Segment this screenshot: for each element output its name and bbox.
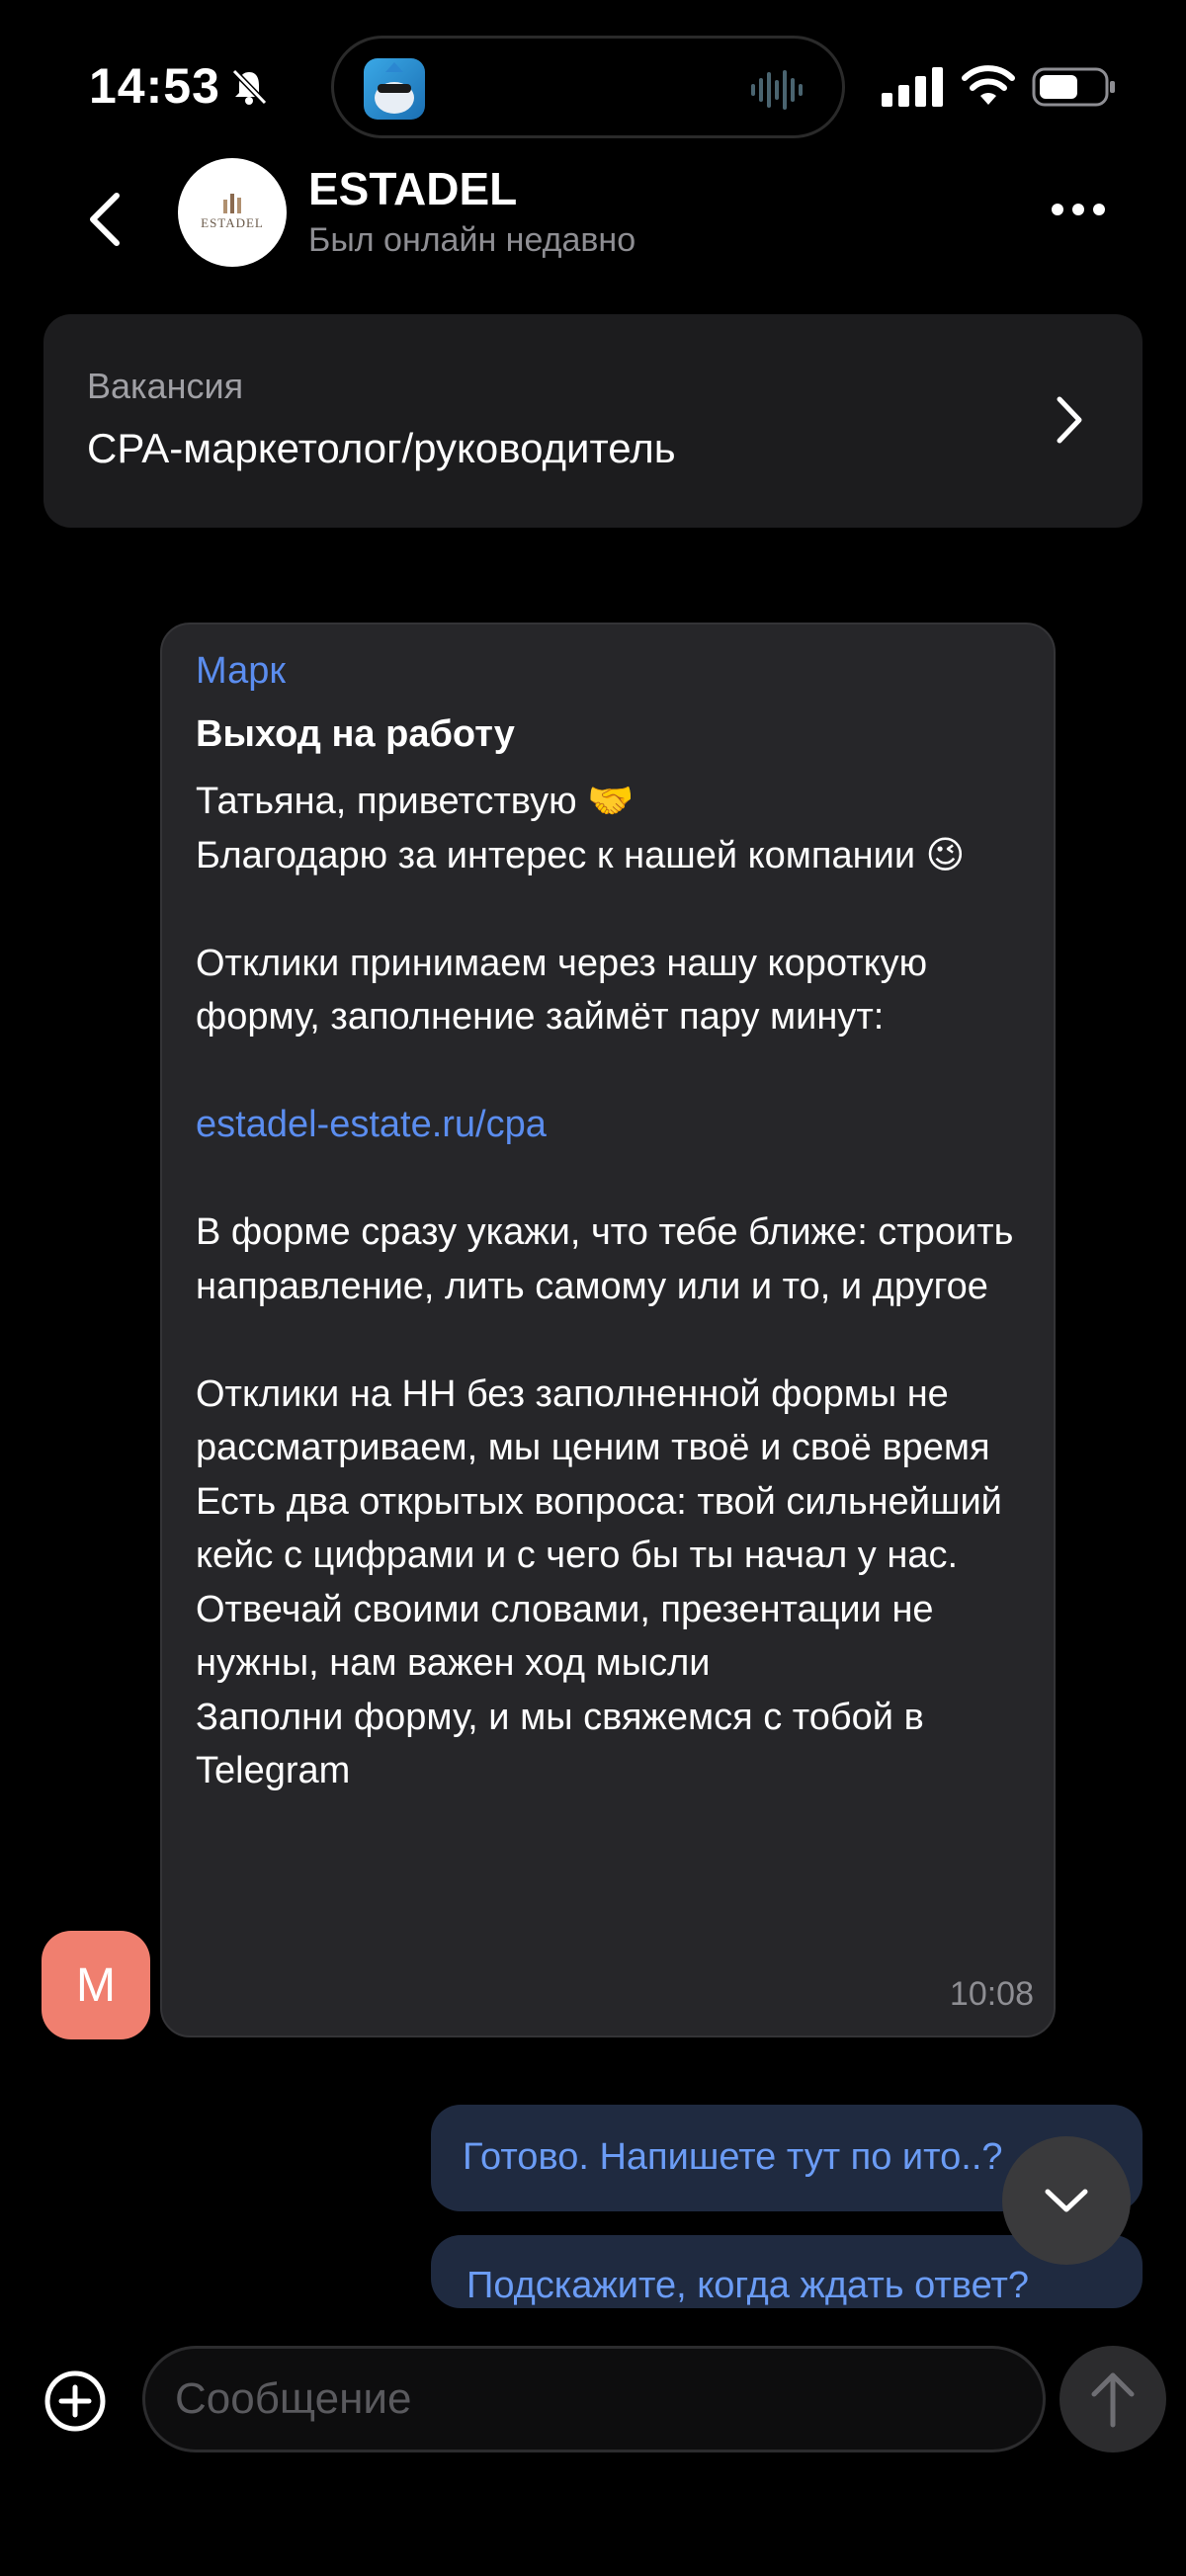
message-line: Татьяна, приветствую 🤝	[196, 781, 635, 822]
message-paragraph: Отклики на HH без заполненной формы не р…	[196, 1372, 1002, 1792]
message-title: Выход на работу	[196, 713, 515, 755]
attach-plus-icon[interactable]	[43, 2369, 107, 2433]
message-input[interactable]	[142, 2346, 1046, 2452]
audio-wave-icon	[751, 70, 803, 110]
chevron-right-icon	[1057, 396, 1082, 444]
message-line: Благодарю за интерес к нашей компании 😉	[196, 834, 966, 876]
chat-status: Был онлайн недавно	[308, 221, 636, 259]
status-bar: 14:53	[0, 0, 1186, 158]
message-link[interactable]: estadel-estate.ru/cpa	[196, 1098, 1036, 1152]
app-icon	[364, 58, 425, 120]
battery-icon	[1032, 67, 1115, 107]
dynamic-island[interactable]	[331, 36, 845, 138]
vacancy-card[interactable]: Вакансия CPA-маркетолог/руководитель	[43, 314, 1143, 528]
bell-off-icon	[231, 68, 268, 106]
message-time: 10:08	[949, 1975, 1034, 2013]
logo-text: ESTADEL	[201, 215, 264, 230]
chevron-down-icon	[1045, 2189, 1088, 2212]
arrow-up-icon	[1091, 2372, 1135, 2428]
incoming-message[interactable]: Марк Выход на работу Татьяна, приветству…	[160, 623, 1056, 2037]
message-paragraph: Отклики принимаем через нашу короткую фо…	[196, 942, 938, 1039]
send-button[interactable]	[1059, 2346, 1166, 2452]
message-composer	[0, 2308, 1186, 2576]
message-paragraph: В форме сразу укажи, что тебе ближе: стр…	[196, 1211, 1024, 1307]
more-options-icon[interactable]	[1050, 202, 1107, 217]
status-time: 14:53	[89, 58, 220, 114]
sender-avatar[interactable]: М	[42, 1931, 150, 2039]
chat-header: ESTADEL ESTADEL Был онлайн недавно	[0, 158, 1186, 306]
vacancy-label: Вакансия	[87, 366, 244, 406]
sender-name[interactable]: Марк	[196, 650, 286, 693]
vacancy-title: CPA-маркетолог/руководитель	[87, 425, 676, 471]
wifi-icon	[962, 65, 1015, 105]
back-arrow-icon[interactable]	[85, 188, 125, 251]
chat-avatar[interactable]: ESTADEL	[178, 158, 287, 267]
logo-icon	[223, 194, 241, 213]
message-body: Татьяна, приветствую 🤝 Благодарю за интер…	[196, 775, 1036, 1798]
scroll-down-button[interactable]	[1002, 2136, 1131, 2265]
signal-icon	[882, 67, 943, 107]
chat-title[interactable]: ESTADEL	[308, 162, 517, 215]
